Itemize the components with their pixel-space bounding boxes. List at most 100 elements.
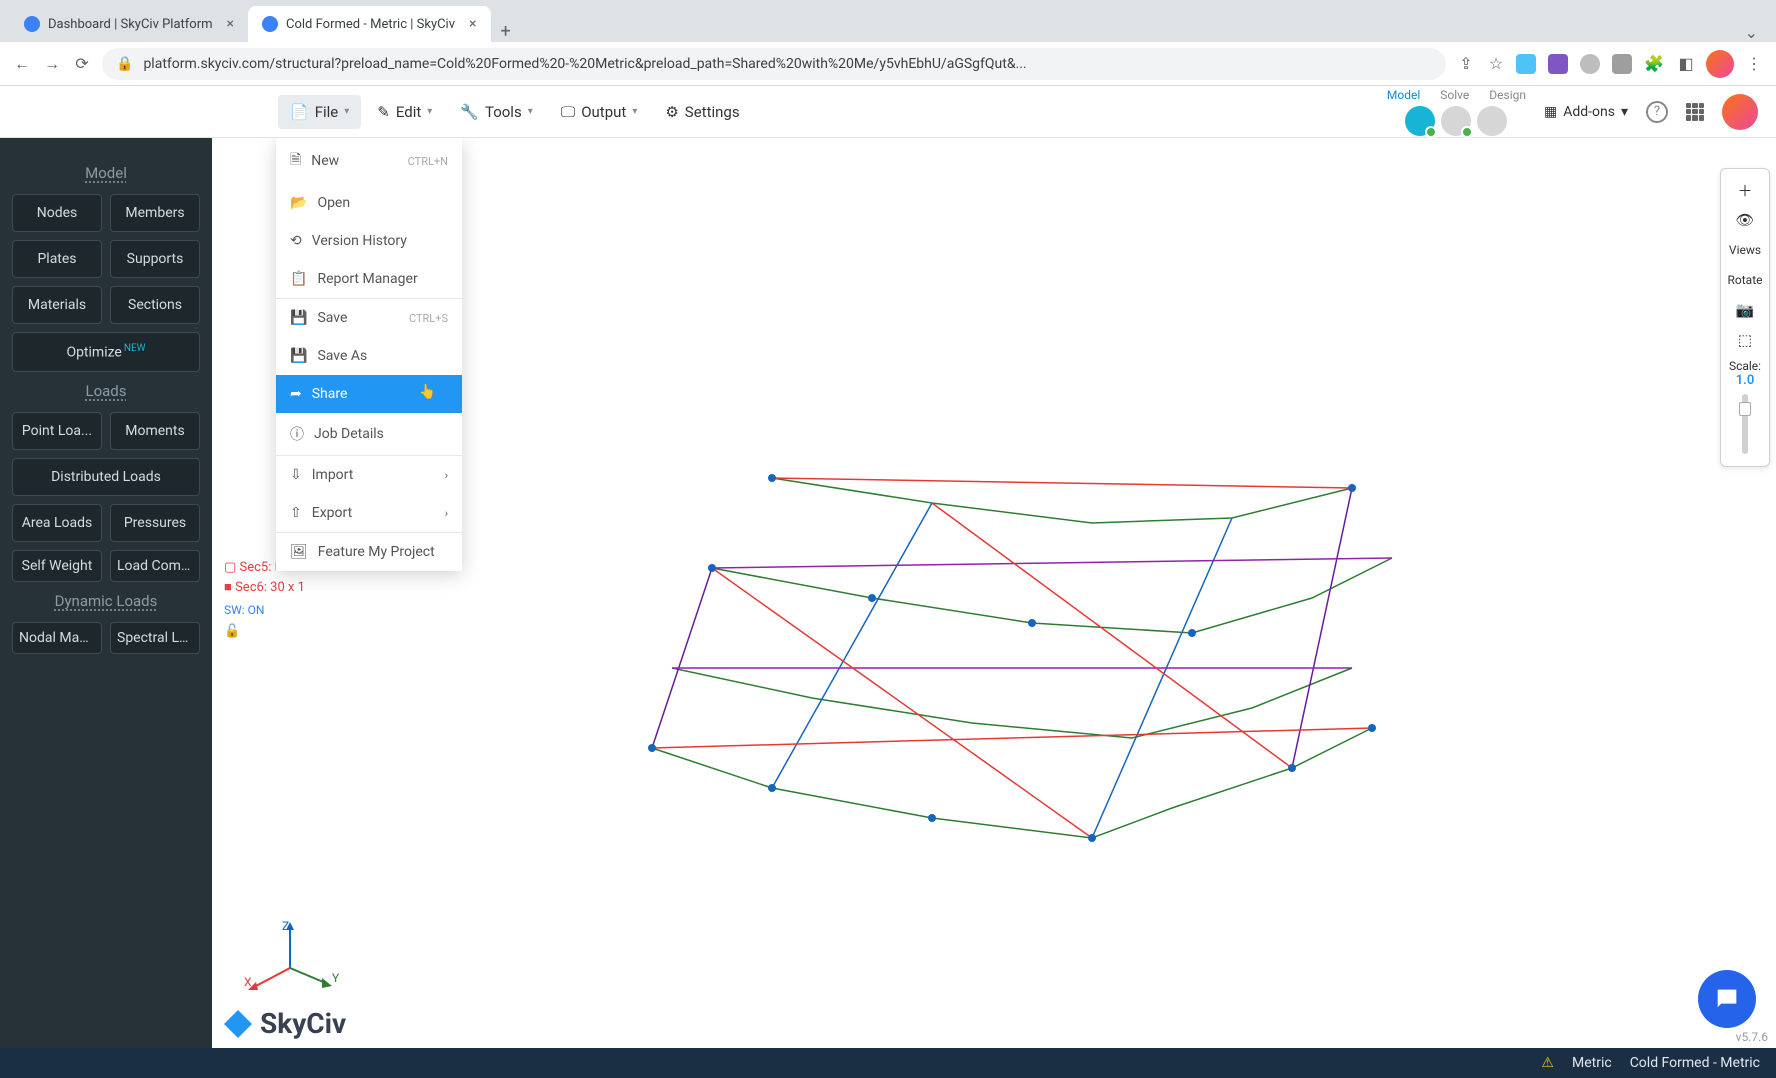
history-icon: ⟲ bbox=[290, 233, 302, 249]
axis-gizmo[interactable]: Z X Y bbox=[240, 918, 340, 998]
spectral-loads-button[interactable]: Spectral Loads bbox=[110, 622, 200, 654]
extension-icon[interactable] bbox=[1516, 54, 1536, 74]
file-feature-project[interactable]: 🖼 Feature My Project bbox=[276, 533, 462, 571]
browser-tab-dashboard[interactable]: Dashboard | SkyCiv Platform × bbox=[10, 6, 248, 42]
close-icon[interactable]: × bbox=[227, 16, 234, 32]
distributed-loads-button[interactable]: Distributed Loads bbox=[12, 458, 200, 496]
menu-label: New bbox=[311, 153, 339, 169]
menu-icon[interactable]: ⋮ bbox=[1744, 54, 1764, 74]
install-app-icon[interactable]: ⇪ bbox=[1456, 54, 1476, 74]
unlock-icon[interactable]: 🔓 bbox=[224, 624, 240, 639]
url-text: platform.skyciv.com/structural?preload_n… bbox=[143, 56, 1026, 72]
materials-button[interactable]: Materials bbox=[12, 286, 102, 324]
file-import[interactable]: ⇩ Import › bbox=[276, 456, 462, 494]
rotate-button[interactable]: Rotate bbox=[1725, 265, 1765, 295]
view-toolbar: ＋ 👁 Views Rotate 📷 ⬚ Scale: 1.0 bbox=[1720, 168, 1770, 467]
save-icon: 💾 bbox=[290, 348, 307, 364]
plates-button[interactable]: Plates bbox=[12, 240, 102, 278]
menu-label: Tools bbox=[485, 103, 522, 121]
nodes-button[interactable]: Nodes bbox=[12, 194, 102, 232]
output-menu-button[interactable]: 🖵 Output ▾ bbox=[549, 95, 650, 129]
bookmark-icon[interactable]: ☆ bbox=[1486, 54, 1506, 74]
screenshot-button[interactable]: 📷 bbox=[1725, 295, 1765, 325]
apps-grid-icon[interactable] bbox=[1686, 103, 1704, 121]
views-button[interactable]: Views bbox=[1725, 235, 1765, 265]
warning-icon[interactable]: ⚠ bbox=[1541, 1055, 1554, 1071]
box-button[interactable]: ⬚ bbox=[1725, 325, 1765, 355]
back-button[interactable]: ← bbox=[12, 54, 32, 74]
menu-label: Share bbox=[312, 386, 348, 402]
file-share[interactable]: ➦ Share 👆 bbox=[276, 375, 462, 413]
extensions-menu-icon[interactable]: 🧩 bbox=[1644, 54, 1664, 74]
profile-avatar[interactable] bbox=[1706, 50, 1734, 78]
menu-label: Job Details bbox=[314, 426, 384, 442]
status-design-icon[interactable] bbox=[1477, 106, 1507, 136]
zoom-in-button[interactable]: ＋ bbox=[1725, 175, 1765, 205]
file-job-details[interactable]: ⓘ Job Details bbox=[276, 413, 462, 455]
file-menu-button[interactable]: 📄 File ▾ bbox=[278, 95, 361, 129]
extension-icon[interactable] bbox=[1612, 54, 1632, 74]
supports-button[interactable]: Supports bbox=[110, 240, 200, 278]
tab-design[interactable]: Design bbox=[1489, 88, 1526, 102]
model-canvas[interactable]: 🗎 New CTRL+N 📂 Open ⟲ Version History 📋 … bbox=[212, 138, 1776, 1048]
status-solve-icon[interactable] bbox=[1441, 106, 1471, 136]
extensions-row: 🧩 ◧ bbox=[1516, 54, 1696, 74]
new-tab-button[interactable]: + bbox=[491, 21, 521, 42]
close-icon[interactable]: × bbox=[469, 16, 476, 32]
file-save[interactable]: 💾 Save CTRL+S bbox=[276, 299, 462, 337]
file-new[interactable]: 🗎 New CTRL+N bbox=[276, 138, 462, 184]
file-report-manager[interactable]: 📋 Report Manager bbox=[276, 260, 462, 298]
shortcut: CTRL+N bbox=[408, 155, 448, 168]
model-name-label[interactable]: Cold Formed - Metric bbox=[1630, 1055, 1760, 1071]
load-combos-button[interactable]: Load Combos bbox=[110, 550, 200, 582]
file-version-history[interactable]: ⟲ Version History bbox=[276, 222, 462, 260]
menu-label: File bbox=[315, 103, 339, 121]
area-loads-button[interactable]: Area Loads bbox=[12, 504, 102, 542]
addons-button[interactable]: ▦ Add-ons ▾ bbox=[1544, 104, 1628, 120]
visibility-button[interactable]: 👁 bbox=[1725, 205, 1765, 235]
tab-title: Dashboard | SkyCiv Platform bbox=[48, 17, 213, 32]
reload-button[interactable]: ⟳ bbox=[72, 54, 92, 74]
file-save-as[interactable]: 💾 Save As bbox=[276, 337, 462, 375]
file-open[interactable]: 📂 Open bbox=[276, 184, 462, 222]
optimize-label: Optimize bbox=[66, 345, 121, 361]
browser-tab-strip: Dashboard | SkyCiv Platform × Cold Forme… bbox=[0, 0, 1776, 42]
help-button[interactable]: ? bbox=[1646, 101, 1668, 123]
tabs-dropdown-icon[interactable]: ⌄ bbox=[1737, 23, 1766, 42]
url-input[interactable]: 🔒 platform.skyciv.com/structural?preload… bbox=[102, 48, 1446, 80]
settings-menu-button[interactable]: ⚙ Settings bbox=[653, 95, 751, 129]
tab-model[interactable]: Model bbox=[1387, 88, 1420, 102]
units-label[interactable]: Metric bbox=[1572, 1055, 1612, 1071]
point-loads-button[interactable]: Point Loa... bbox=[12, 412, 102, 450]
forward-button[interactable]: → bbox=[42, 54, 62, 74]
tab-solve[interactable]: Solve bbox=[1440, 88, 1469, 102]
members-button[interactable]: Members bbox=[110, 194, 200, 232]
scale-label: Scale: bbox=[1729, 359, 1761, 373]
svg-text:X: X bbox=[244, 975, 252, 989]
status-model-icon[interactable] bbox=[1405, 106, 1435, 136]
extension-icon[interactable] bbox=[1548, 54, 1568, 74]
self-weight-button[interactable]: Self Weight bbox=[12, 550, 102, 582]
optimize-button[interactable]: OptimizeNEW bbox=[12, 332, 200, 372]
menu-label: Export bbox=[312, 505, 352, 521]
moments-button[interactable]: Moments bbox=[110, 412, 200, 450]
sidepanel-icon[interactable]: ◧ bbox=[1676, 54, 1696, 74]
folder-icon: 📂 bbox=[290, 195, 307, 211]
scale-slider[interactable] bbox=[1742, 394, 1748, 454]
browser-tab-active[interactable]: Cold Formed - Metric | SkyCiv × bbox=[248, 6, 490, 42]
edit-menu-button[interactable]: ✎ Edit ▾ bbox=[365, 95, 444, 129]
tools-menu-button[interactable]: 🔧 Tools ▾ bbox=[448, 95, 544, 129]
extension-icon[interactable] bbox=[1580, 54, 1600, 74]
svg-text:Y: Y bbox=[332, 971, 340, 985]
user-avatar[interactable] bbox=[1722, 94, 1758, 130]
cursor-icon: 👆 bbox=[419, 384, 436, 400]
file-export[interactable]: ⇧ Export › bbox=[276, 494, 462, 532]
menu-label: Output bbox=[581, 103, 626, 121]
gear-icon: ⚙ bbox=[665, 103, 678, 121]
sections-button[interactable]: Sections bbox=[110, 286, 200, 324]
intercom-chat-button[interactable] bbox=[1698, 970, 1756, 1028]
pressures-button[interactable]: Pressures bbox=[110, 504, 200, 542]
shortcut: CTRL+S bbox=[409, 312, 448, 325]
menu-label: Save As bbox=[317, 348, 367, 364]
nodal-masses-button[interactable]: Nodal Masses bbox=[12, 622, 102, 654]
